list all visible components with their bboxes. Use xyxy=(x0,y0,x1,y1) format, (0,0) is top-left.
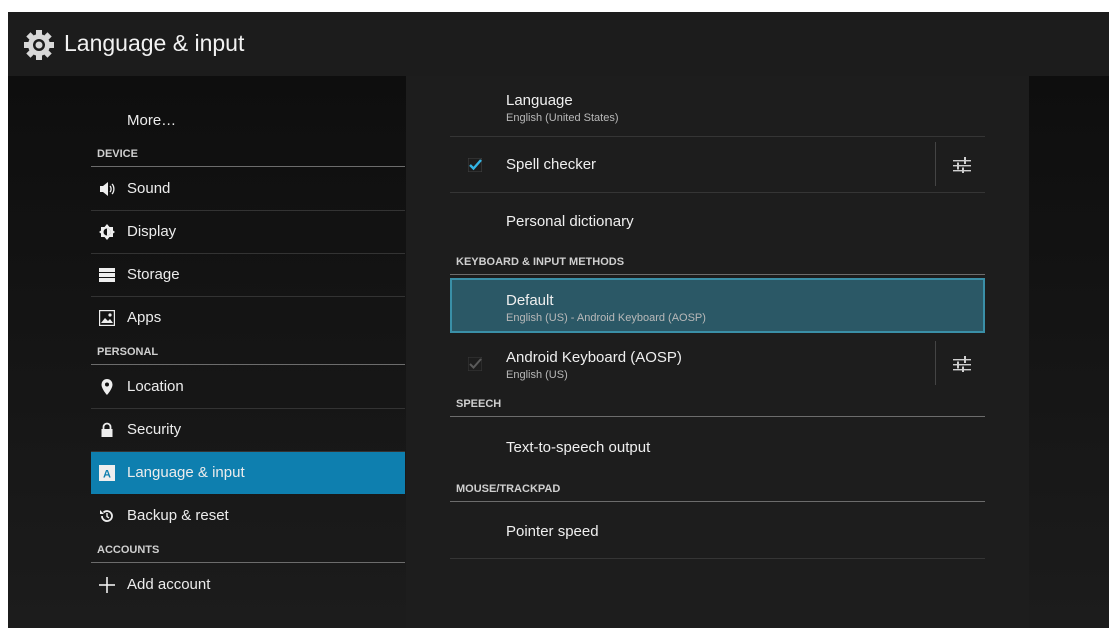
location-pin-icon xyxy=(101,379,113,395)
sidebar-item-add-account[interactable]: Add account xyxy=(91,564,405,606)
plus-icon xyxy=(99,577,115,593)
action-bar: Language & input xyxy=(8,12,1109,76)
settings-sliders-icon[interactable] xyxy=(953,356,971,372)
settings-header-list: More… DEVICE Sound Display Storage Apps … xyxy=(8,76,405,628)
settings-sliders-icon[interactable] xyxy=(953,157,971,173)
category-divider xyxy=(91,166,405,167)
category-keyboard: KEYBOARD & INPUT METHODS xyxy=(456,256,625,268)
gear-icon[interactable] xyxy=(22,28,56,62)
apps-icon xyxy=(99,310,115,326)
category-accounts: ACCOUNTS xyxy=(97,544,160,556)
brightness-icon xyxy=(99,224,115,240)
pref-title: Pointer speed xyxy=(506,523,599,540)
category-divider xyxy=(91,562,405,563)
pref-title: Text-to-speech output xyxy=(506,439,651,456)
sidebar-item-label: Backup & reset xyxy=(127,507,229,524)
speaker-icon xyxy=(100,182,115,196)
sidebar-item-more[interactable]: More… xyxy=(91,98,405,142)
sidebar-item-display[interactable]: Display xyxy=(91,211,405,254)
pref-pointer-speed[interactable]: Pointer speed xyxy=(450,503,985,559)
pref-title: Spell checker xyxy=(506,156,597,173)
sidebar-item-label: Apps xyxy=(127,309,162,326)
pref-language[interactable]: Language English (United States) xyxy=(450,76,985,137)
backup-restore-icon xyxy=(100,510,113,522)
category-mouse: MOUSE/TRACKPAD xyxy=(456,483,561,495)
page-title: Language & input xyxy=(64,30,245,56)
pref-spell-checker[interactable]: Spell checker xyxy=(450,137,985,193)
vertical-divider xyxy=(935,142,936,186)
category-personal: PERSONAL xyxy=(97,346,159,358)
category-divider xyxy=(91,364,405,365)
category-device: DEVICE xyxy=(97,148,138,160)
category-divider xyxy=(450,416,985,417)
sidebar-item-label: Storage xyxy=(127,266,180,283)
sidebar-item-label: Display xyxy=(127,223,177,240)
category-divider xyxy=(450,274,985,275)
settings-screen: Language & input More… DEVICE Sound Disp… xyxy=(8,12,1109,628)
keyboard-language-icon: A xyxy=(99,465,115,481)
pref-title: Language xyxy=(506,92,573,109)
pref-summary: English (US) xyxy=(506,369,568,381)
sidebar-item-security[interactable]: Security xyxy=(91,409,405,452)
pref-title: Android Keyboard (AOSP) xyxy=(506,349,682,366)
sidebar-item-label: Sound xyxy=(127,180,171,197)
sidebar-item-apps[interactable]: Apps xyxy=(91,297,405,339)
lock-icon xyxy=(101,422,113,437)
checkbox-checked-icon[interactable] xyxy=(468,158,482,172)
pref-title: Default xyxy=(506,292,554,309)
sidebar-item-storage[interactable]: Storage xyxy=(91,254,405,297)
storage-icon xyxy=(99,268,115,282)
category-speech: SPEECH xyxy=(456,398,502,410)
category-divider xyxy=(450,501,985,502)
pref-personal-dictionary[interactable]: Personal dictionary xyxy=(450,193,985,245)
sidebar-item-label: Location xyxy=(127,378,184,395)
pref-text-to-speech[interactable]: Text-to-speech output xyxy=(450,418,985,468)
sidebar-item-language[interactable]: A Language & input xyxy=(91,452,405,494)
sidebar-item-sound[interactable]: Sound xyxy=(91,168,405,211)
detail-pane: Language English (United States) Spell c… xyxy=(406,76,1029,628)
pref-default-keyboard[interactable]: Default English (US) - Android Keyboard … xyxy=(450,278,985,333)
sidebar-item-label: Add account xyxy=(127,576,211,593)
pref-summary: English (US) - Android Keyboard (AOSP) xyxy=(506,312,706,324)
sidebar-item-label: More… xyxy=(127,112,177,129)
sidebar-item-label: Language & input xyxy=(127,464,245,481)
checkbox-checked-disabled-icon[interactable] xyxy=(468,357,482,371)
pref-summary: English (United States) xyxy=(506,112,619,124)
svg-text:A: A xyxy=(103,469,111,481)
sidebar-item-label: Security xyxy=(127,421,182,438)
sidebar-item-backup[interactable]: Backup & reset xyxy=(91,495,405,537)
vertical-divider xyxy=(935,341,936,385)
pref-title: Personal dictionary xyxy=(506,213,634,230)
sidebar-item-location[interactable]: Location xyxy=(91,366,405,409)
pref-android-keyboard[interactable]: Android Keyboard (AOSP) English (US) xyxy=(450,335,985,393)
